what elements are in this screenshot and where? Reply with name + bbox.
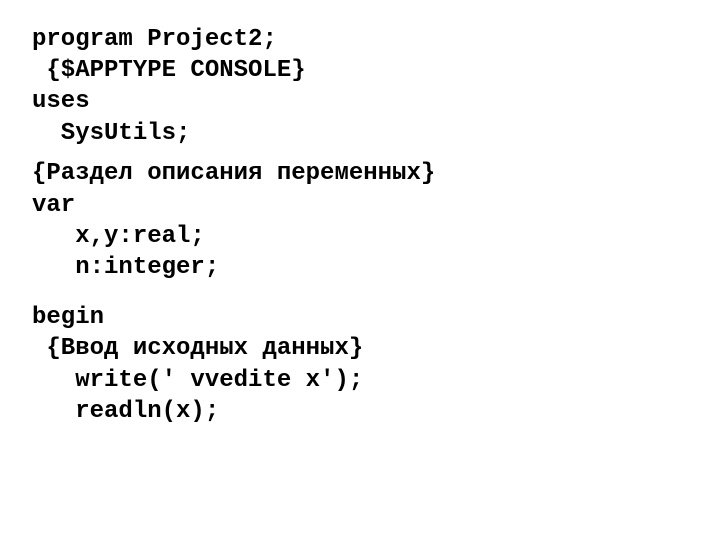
blank-line [32, 293, 720, 303]
code-line: x,y:real; [32, 221, 720, 252]
code-line: var [32, 190, 720, 221]
code-line: begin [32, 302, 720, 333]
code-line: SysUtils; [32, 118, 720, 149]
blank-line [32, 283, 720, 293]
code-line: {$APPTYPE CONSOLE} [32, 55, 720, 86]
code-line: readln(x); [32, 396, 720, 427]
code-line: write(' vvedite x'); [32, 365, 720, 396]
code-line: {Ввод исходных данных} [32, 333, 720, 364]
code-line: uses [32, 86, 720, 117]
code-line: program Project2; [32, 24, 720, 55]
code-line: n:integer; [32, 252, 720, 283]
blank-line [32, 149, 720, 159]
code-line: {Раздел описания переменных} [32, 158, 720, 189]
code-block: program Project2; {$APPTYPE CONSOLE} use… [0, 0, 720, 427]
